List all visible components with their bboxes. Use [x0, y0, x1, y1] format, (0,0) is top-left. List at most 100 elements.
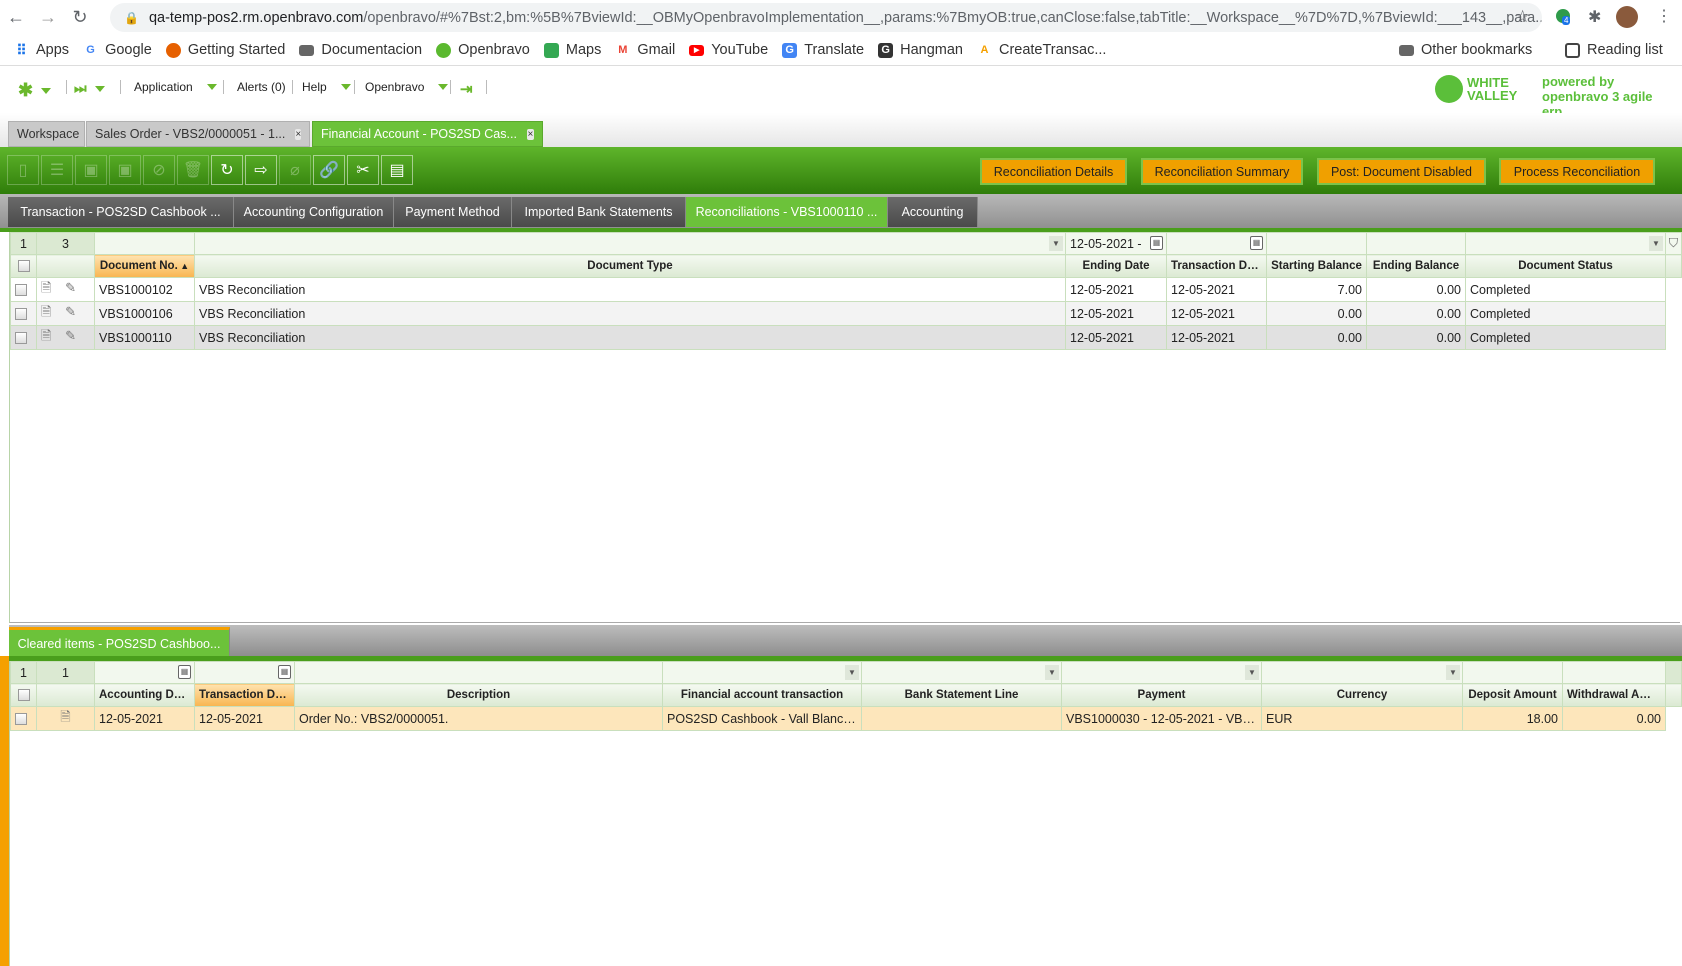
help-menu[interactable]: Help	[302, 80, 351, 94]
column-header-ending-balance[interactable]: Ending Balance	[1366, 254, 1466, 278]
bookmark-apps[interactable]: ⠿ Apps	[14, 42, 69, 58]
tab-cleared-items[interactable]: Cleared items - POS2SD Cashboo...	[9, 627, 230, 657]
bookmark-gmail[interactable]: M Gmail	[615, 42, 675, 58]
openbravo-menu[interactable]: Openbravo	[365, 80, 449, 94]
filter-description[interactable]	[294, 661, 663, 684]
calendar-icon[interactable]: ▦	[278, 665, 291, 679]
dropdown-icon[interactable]: ▼	[1049, 236, 1063, 251]
tab-payment-method[interactable]: Payment Method	[394, 197, 512, 227]
row-checkbox[interactable]	[10, 706, 37, 731]
calendar-icon[interactable]: ▦	[1150, 236, 1163, 250]
column-header-financial-account-transaction[interactable]: Financial account transaction	[662, 683, 862, 707]
edit-pencil-icon[interactable]: ✎	[61, 304, 76, 319]
bookmark-google[interactable]: G Google	[83, 42, 152, 58]
url-input[interactable]: 🔒 qa-temp-pos2.rm.openbravo.com/openbrav…	[110, 3, 1542, 32]
filter-payment[interactable]: ▼	[1061, 661, 1262, 684]
column-header-payment[interactable]: Payment	[1061, 683, 1262, 707]
column-header-transaction-date[interactable]: Transaction Date	[1166, 254, 1267, 278]
open-form-icon[interactable]: 🗎	[41, 280, 51, 295]
bookmark-getting-started[interactable]: Getting Started	[165, 42, 285, 58]
table-row[interactable]: 🗎 ✎ VBS1000110 VBS Reconciliation 12-05-202…	[10, 325, 1682, 350]
edit-pencil-icon[interactable]: ✎	[61, 280, 76, 295]
tab-workspace[interactable]: Workspace	[8, 121, 85, 147]
row-checkbox[interactable]	[10, 301, 37, 326]
new-row-icon[interactable]: ☰	[41, 155, 73, 185]
layout-icon[interactable]: ▤	[381, 155, 413, 185]
column-header-accounting-date[interactable]: Accounting Date	[94, 683, 195, 707]
column-header-document-type[interactable]: Document Type	[194, 254, 1066, 278]
export-icon[interactable]: ⇨	[245, 155, 277, 185]
calendar-icon[interactable]: ▦	[1250, 236, 1263, 250]
filter-withdrawal-amount[interactable]	[1562, 661, 1666, 684]
table-row[interactable]: 🗎 ✎ VBS1000106 VBS Reconciliation 12-05-202…	[10, 301, 1682, 326]
filter-bank-statement-line[interactable]: ▼	[861, 661, 1062, 684]
row-checkbox[interactable]	[10, 325, 37, 350]
bookmark-createtransac[interactable]: A CreateTransac...	[977, 42, 1106, 58]
row-checkbox[interactable]	[10, 277, 37, 302]
save-close-icon[interactable]: ▣	[109, 155, 141, 185]
bookmark-openbravo[interactable]: Openbravo	[436, 42, 530, 58]
bookmark-youtube[interactable]: ▶ YouTube	[689, 42, 768, 58]
column-header-currency[interactable]: Currency	[1261, 683, 1463, 707]
application-menu[interactable]: Application	[134, 80, 217, 94]
puzzle-icon[interactable]: ✱	[1588, 7, 1601, 27]
filter-accounting-date[interactable]: ▦	[94, 661, 195, 684]
table-row[interactable]: 🗎 12-05-2021 12-05-2021 Order No.: VBS2/000…	[10, 706, 1682, 731]
attach-icon[interactable]: ⌀	[279, 155, 311, 185]
tab-reconciliations[interactable]: Reconciliations - VBS1000110 ...	[686, 197, 888, 227]
filter-transaction-date[interactable]: ▦	[1166, 232, 1267, 255]
filter-starting-balance[interactable]	[1266, 232, 1367, 255]
back-icon[interactable]: ←	[0, 7, 32, 28]
filter-ending-date[interactable]: 12-05-2021 - ▦	[1065, 232, 1167, 255]
column-header-transaction-date[interactable]: Transaction Date ▲	[194, 683, 295, 707]
alerts-menu[interactable]: Alerts (0)	[237, 80, 286, 94]
filter-funnel-icon[interactable]: ⛉	[1665, 232, 1682, 255]
avatar[interactable]	[1616, 6, 1638, 28]
delete-icon[interactable]: 🗑	[177, 155, 209, 185]
forward-icon[interactable]: →	[32, 7, 64, 28]
edit-pencil-icon[interactable]: ✎	[61, 328, 76, 343]
dropdown-icon[interactable]: ▼	[1446, 665, 1460, 680]
open-form-icon[interactable]: 🗎	[41, 304, 51, 319]
dropdown-icon[interactable]: ▼	[1649, 236, 1663, 251]
tab-imported-bank-statements[interactable]: Imported Bank Statements	[512, 197, 686, 227]
filter-transaction-date[interactable]: ▦	[194, 661, 295, 684]
cancel-icon[interactable]: ⊘	[143, 155, 175, 185]
quick-launch-menu[interactable]: ✱	[18, 80, 52, 101]
close-icon[interactable]: ×	[526, 128, 534, 140]
menu-icon[interactable]: ⋮	[1656, 6, 1672, 26]
bookmark-translate[interactable]: G Translate	[782, 42, 864, 58]
column-header-document-status[interactable]: Document Status	[1465, 254, 1666, 278]
refresh-icon[interactable]: ↻	[211, 155, 243, 185]
tab-financial-account[interactable]: Financial Account - POS2SD Cas... ×	[312, 121, 543, 147]
save-icon[interactable]: ▣	[75, 155, 107, 185]
logout-button[interactable]: ⇥	[460, 80, 473, 98]
filter-currency[interactable]: ▼	[1261, 661, 1463, 684]
process-reconciliation-button[interactable]: Process Reconciliation	[1499, 158, 1655, 185]
filter-document-type[interactable]: ▼	[194, 232, 1066, 255]
calendar-icon[interactable]: ▦	[178, 665, 191, 679]
new-document-icon[interactable]: ▯	[7, 155, 39, 185]
quick-create-menu[interactable]: ⏭	[74, 80, 105, 97]
reconciliation-details-button[interactable]: Reconciliation Details	[980, 158, 1127, 185]
dropdown-icon[interactable]: ▼	[845, 665, 859, 680]
other-bookmarks[interactable]: Other bookmarks	[1399, 42, 1532, 58]
column-header-description[interactable]: Description	[294, 683, 663, 707]
bookmark-hangman[interactable]: G Hangman	[878, 42, 963, 58]
reading-list[interactable]: Reading list	[1565, 42, 1663, 58]
open-form-icon[interactable]: 🗎	[60, 709, 70, 724]
tab-accounting-configuration[interactable]: Accounting Configuration	[234, 197, 394, 227]
extension-icon[interactable]: 4	[1556, 9, 1571, 25]
filter-deposit-amount[interactable]	[1462, 661, 1563, 684]
link-icon[interactable]: 🔗	[313, 155, 345, 185]
dropdown-icon[interactable]: ▼	[1045, 665, 1059, 680]
filter-document-no[interactable]	[94, 232, 195, 255]
tools-icon[interactable]: ✂	[347, 155, 379, 185]
column-header-starting-balance[interactable]: Starting Balance	[1266, 254, 1367, 278]
select-all-checkbox[interactable]	[10, 254, 37, 278]
reload-icon[interactable]: ↻	[64, 7, 96, 28]
table-row[interactable]: 🗎 ✎ VBS1000102 VBS Reconciliation 12-05-202…	[10, 277, 1682, 302]
open-form-icon[interactable]: 🗎	[41, 328, 51, 343]
tab-sales-order[interactable]: Sales Order - VBS2/0000051 - 1... ×	[86, 121, 310, 147]
dropdown-icon[interactable]: ▼	[1245, 665, 1259, 680]
